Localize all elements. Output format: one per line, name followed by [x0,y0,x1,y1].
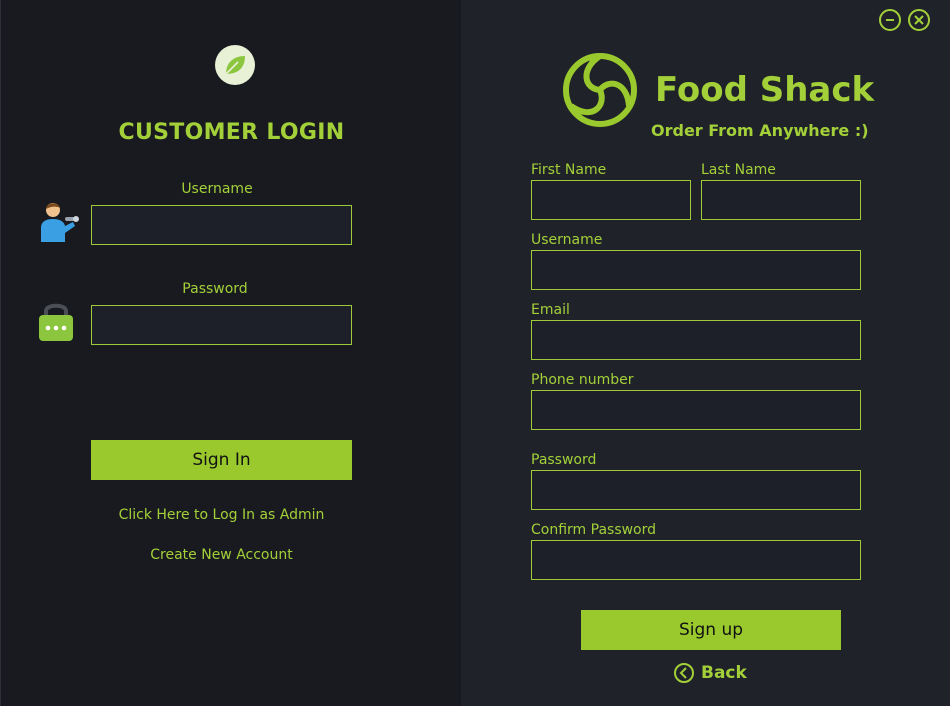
password-input[interactable] [91,305,352,345]
login-title: CUSTOMER LOGIN [118,120,345,145]
confirm-password-input[interactable] [531,540,861,580]
create-account-link[interactable]: Create New Account [0,547,452,563]
first-name-label: First Name [531,162,607,178]
username-input[interactable] [91,205,352,245]
email-input[interactable] [531,320,861,360]
signup-password-input[interactable] [531,470,861,510]
user-icon [39,200,79,246]
confirm-password-label: Confirm Password [531,522,657,538]
login-panel: CUSTOMER LOGIN Username Password Sign In… [0,0,461,706]
signup-password-label: Password [531,452,597,468]
signup-panel: Food Shack Order From Anywhere :) First … [461,0,950,706]
brand-title: Food Shack [655,70,875,110]
brand-tagline: Order From Anywhere :) [651,121,869,140]
email-label: Email [531,302,570,318]
admin-login-link[interactable]: Click Here to Log In as Admin [0,507,452,523]
phone-label: Phone number [531,372,634,388]
first-name-input[interactable] [531,180,691,220]
signup-username-label: Username [531,232,603,248]
phone-input[interactable] [531,390,861,430]
close-icon[interactable] [908,9,930,31]
lock-icon [37,299,75,347]
last-name-input[interactable] [701,180,861,220]
minimize-icon[interactable] [879,9,901,31]
last-name-label: Last Name [701,162,776,178]
sign-in-button[interactable]: Sign In [91,440,352,480]
signup-username-input[interactable] [531,250,861,290]
password-label: Password [182,281,248,297]
brand-logo-icon [562,51,638,133]
username-label: Username [181,181,253,197]
back-button[interactable]: Back [673,662,747,684]
back-label: Back [701,663,747,683]
back-arrow-icon [673,662,695,684]
sign-up-button[interactable]: Sign up [581,610,841,650]
leaf-icon [215,45,255,85]
